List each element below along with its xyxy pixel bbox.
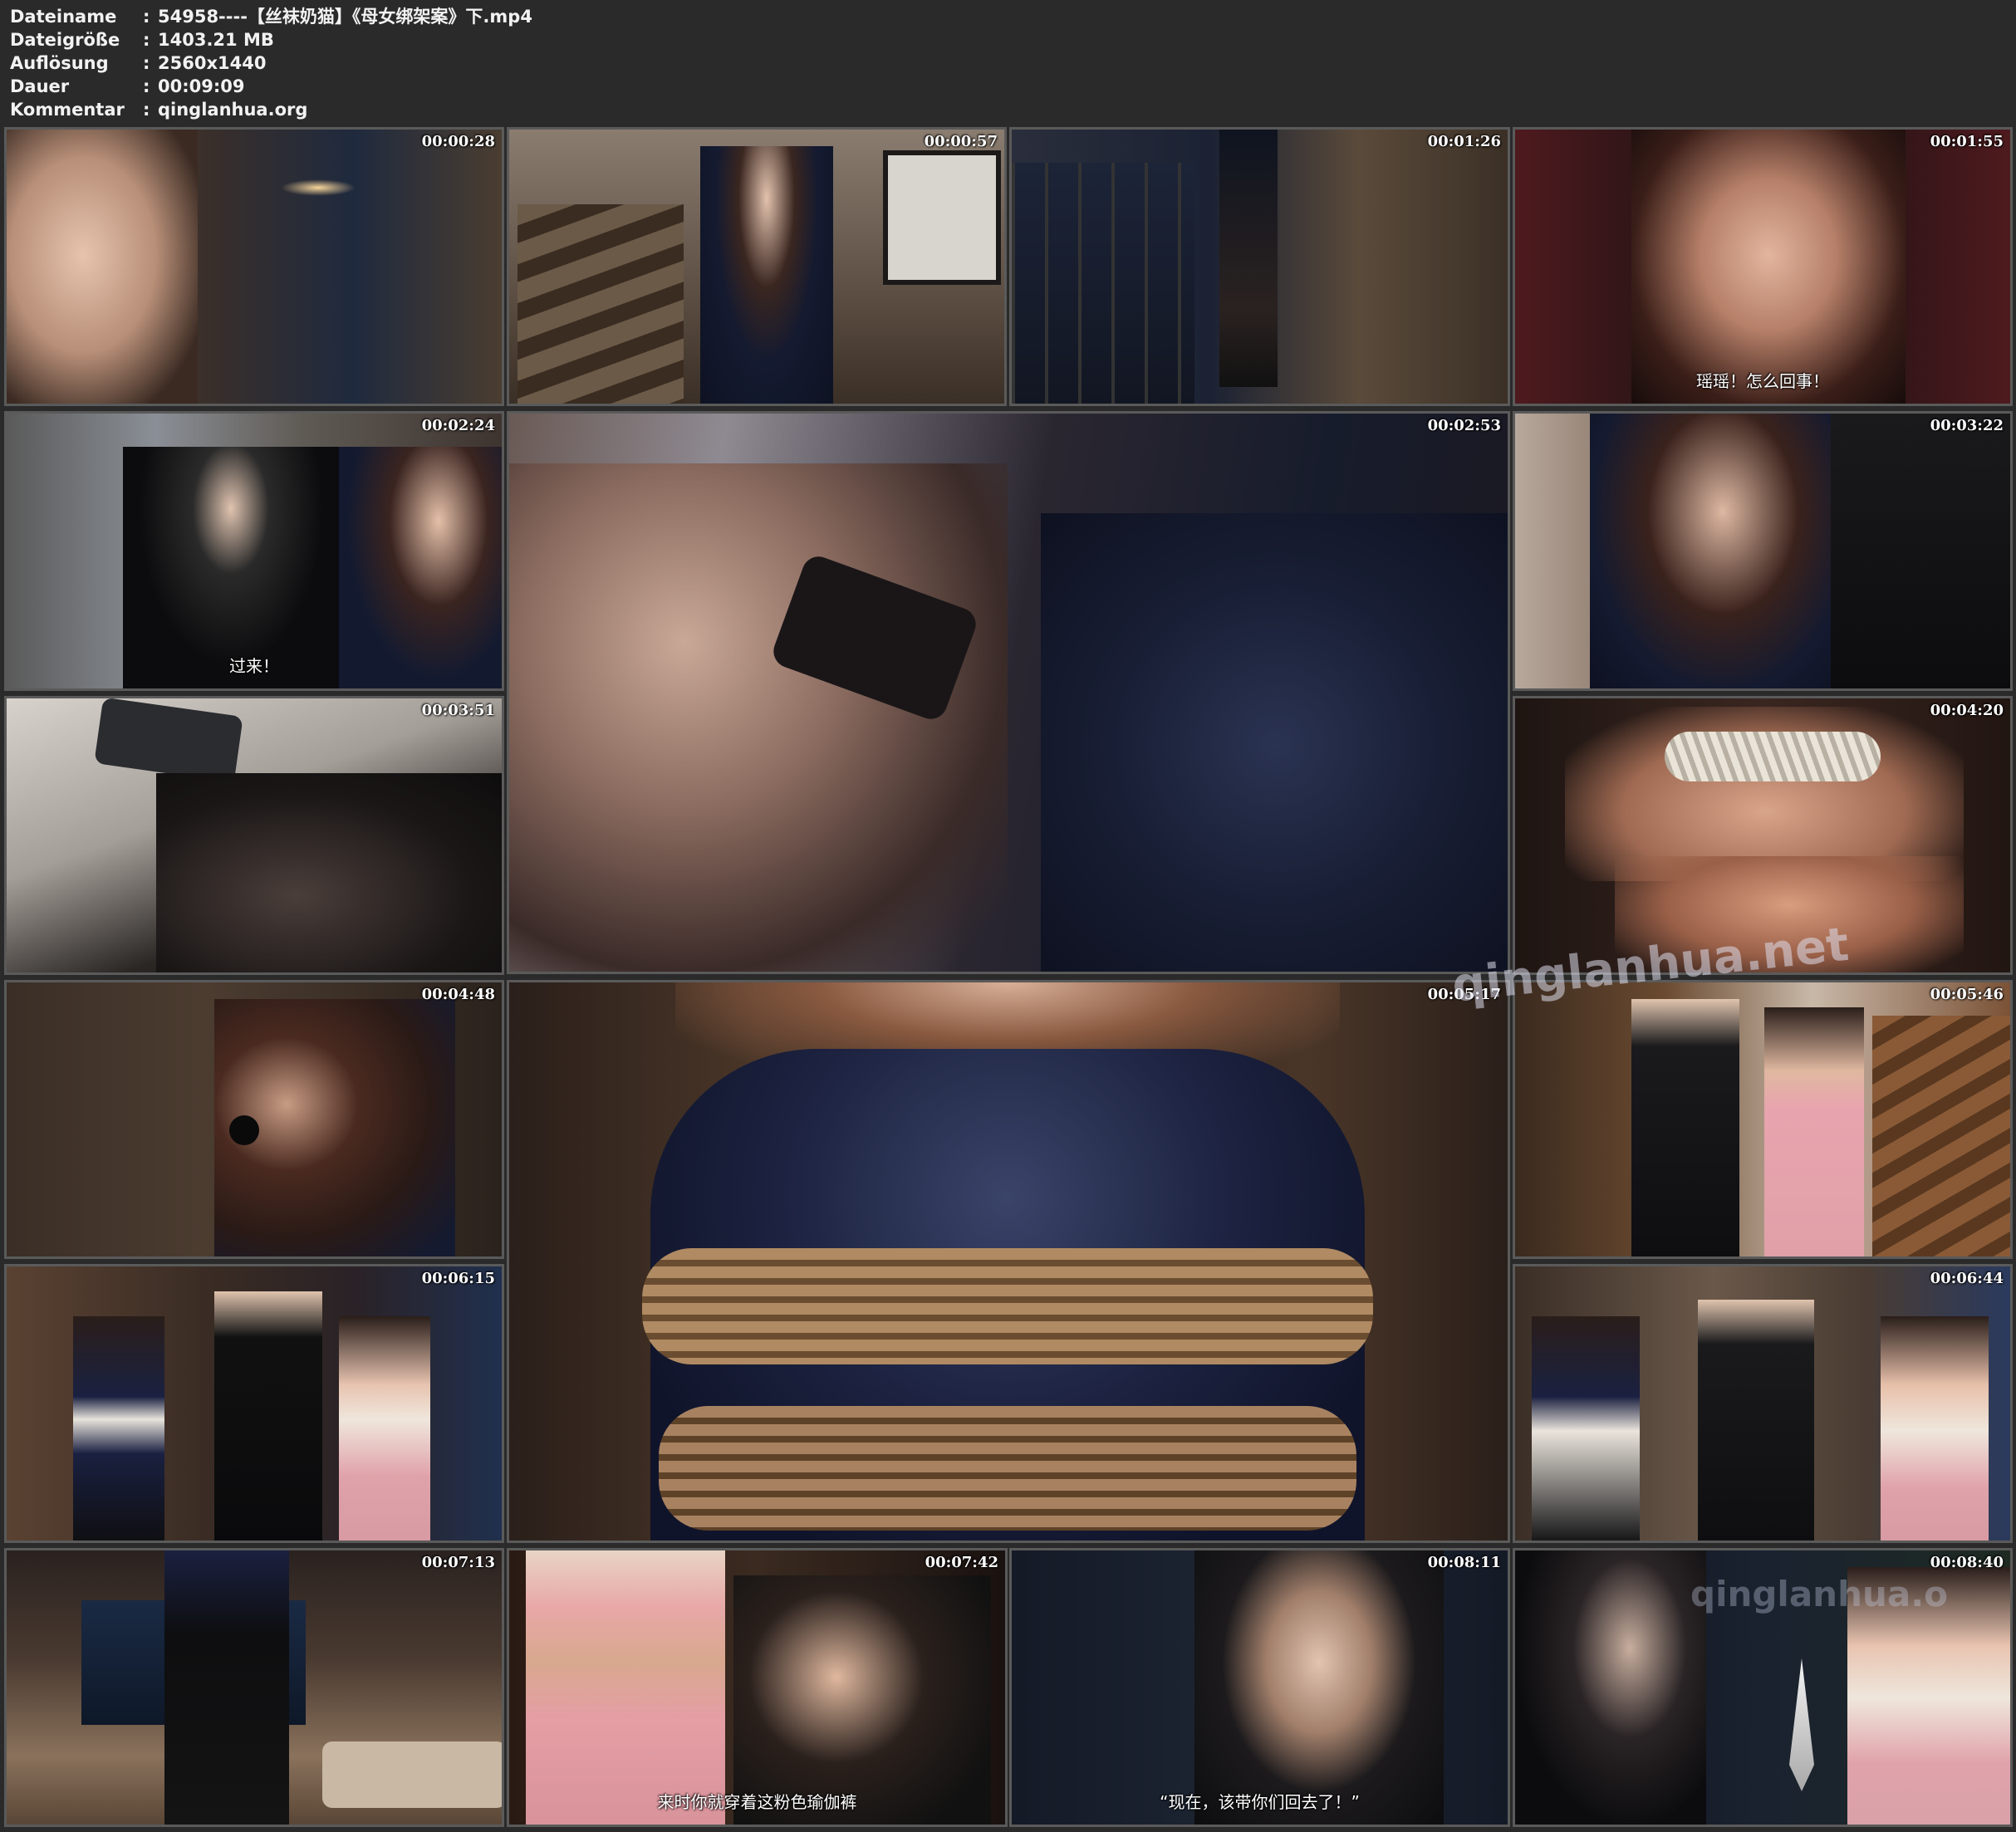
thumbnail-timestamp: 00:02:53 (1427, 417, 1501, 434)
thumbnail-1[interactable]: 00:00:28 (4, 127, 504, 406)
thumbnail-timestamp: 00:06:15 (421, 1270, 495, 1287)
thumbnail-13[interactable]: 00:06:15 (4, 1264, 504, 1543)
thumbnail-6[interactable]: 00:02:53 (507, 411, 1510, 974)
thumbnail-timestamp: 00:01:26 (1427, 133, 1501, 150)
thumbnail-8[interactable]: 00:03:51 (4, 696, 504, 975)
thumbnail-5[interactable]: 过来！ 00:02:24 (4, 411, 504, 691)
thumbnail-grid: 00:00:28 00:00:57 00:01:26 瑶瑶！怎么回事！ 00:0… (0, 0, 2016, 1832)
thumbnail-7[interactable]: 00:03:22 (1513, 411, 2013, 691)
thumbnail-timestamp: 00:07:42 (925, 1554, 998, 1571)
subtitle-text: “现在，该带你们回去了！” (1160, 1792, 1360, 1812)
thumbnail-timestamp: 00:01:55 (1930, 133, 2004, 150)
thumbnail-10[interactable]: 00:04:48 (4, 980, 504, 1259)
thumbnail-timestamp: 00:00:28 (421, 133, 495, 150)
thumbnail-timestamp: 00:06:44 (1930, 1270, 2004, 1287)
subtitle-text: 过来！ (229, 656, 279, 676)
thumbnail-timestamp: 00:02:24 (421, 417, 495, 434)
thumbnail-timestamp: 00:00:57 (924, 133, 998, 150)
thumbnail-timestamp: 00:03:51 (421, 702, 495, 719)
watermark-text: qinglanhua.o (1690, 1574, 1949, 1614)
thumbnail-16[interactable]: 来时你就穿着这粉色瑜伽裤 00:07:42 (507, 1548, 1008, 1827)
thumbnail-timestamp: 00:04:48 (421, 986, 495, 1003)
subtitle-text: 来时你就穿着这粉色瑜伽裤 (657, 1792, 857, 1812)
thumbnail-timestamp: 00:08:40 (1930, 1554, 2004, 1571)
thumbnail-3[interactable]: 00:01:26 (1009, 127, 1510, 406)
thumbnail-14[interactable]: 00:06:44 (1513, 1264, 2013, 1543)
thumbnail-11[interactable]: 00:05:17 (507, 980, 1510, 1543)
thumbnail-15[interactable]: 00:07:13 (4, 1548, 504, 1827)
thumbnail-17[interactable]: “现在，该带你们回去了！” 00:08:11 (1009, 1548, 1510, 1827)
thumbnail-4[interactable]: 瑶瑶！怎么回事！ 00:01:55 (1513, 127, 2013, 406)
thumbnail-timestamp: 00:04:20 (1930, 702, 2004, 719)
subtitle-text: 瑶瑶！怎么回事！ (1696, 371, 1829, 391)
thumbnail-timestamp: 00:03:22 (1930, 417, 2004, 434)
thumbnail-2[interactable]: 00:00:57 (507, 127, 1007, 406)
thumbnail-timestamp: 00:08:11 (1427, 1554, 1501, 1571)
thumbnail-timestamp: 00:07:13 (421, 1554, 495, 1571)
thumbnail-timestamp: 00:05:46 (1930, 986, 2004, 1003)
thumbnail-12[interactable]: 00:05:46 (1513, 980, 2013, 1259)
